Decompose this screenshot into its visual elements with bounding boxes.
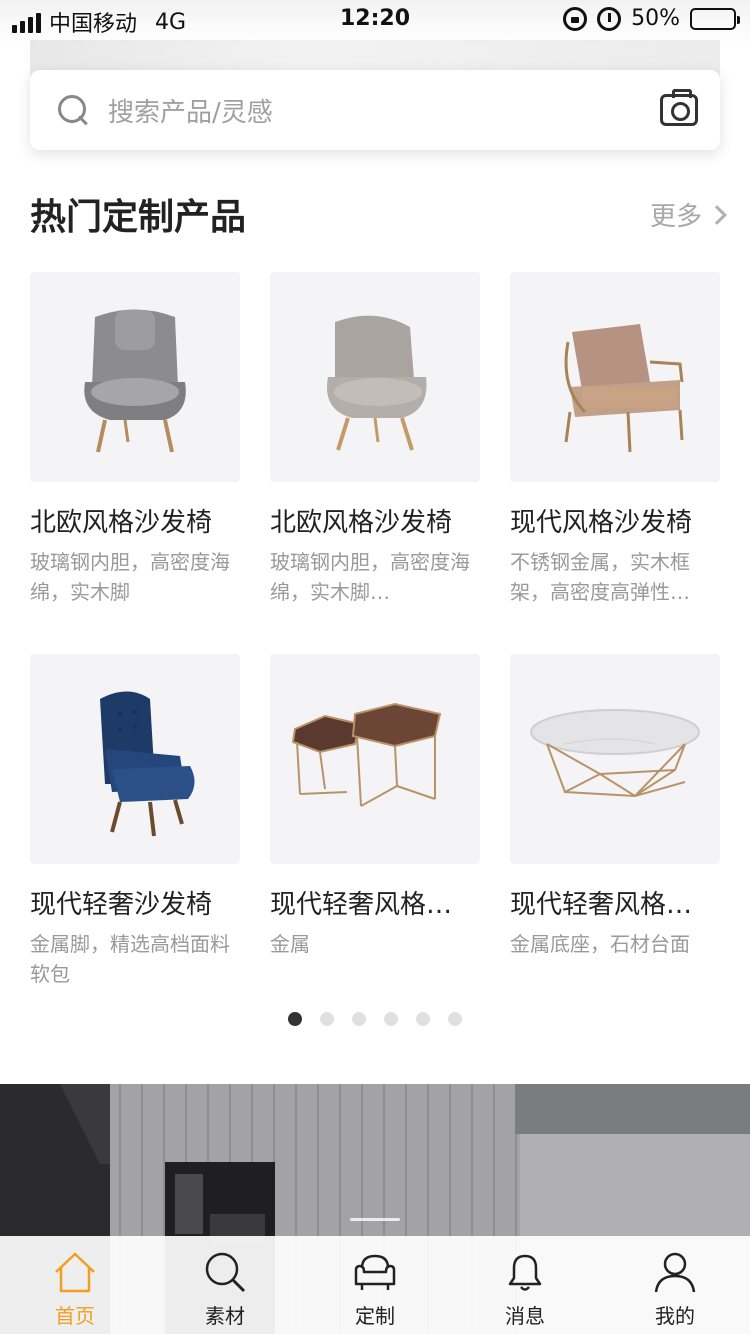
tab-label: 定制	[355, 1304, 395, 1328]
product-description: 玻璃钢内胆，高密度海绵，实木脚	[30, 550, 230, 604]
tab-custom[interactable]: 定制	[300, 1236, 450, 1334]
tan-metal-frame-armchair-image	[510, 272, 720, 482]
product-description: 金属脚，精选高档面料软包	[30, 932, 230, 986]
search-bar[interactable]: 搜索产品/灵感	[30, 70, 720, 150]
tab-label: 首页	[55, 1304, 95, 1328]
beige-lounge-armchair-image	[270, 272, 480, 482]
grey-wingback-armchair-image	[30, 272, 240, 482]
product-card[interactable]: 现代轻奢风格… 金属	[270, 654, 480, 1036]
product-description: 不锈钢金属，实木框架，高密度高弹性…	[510, 550, 690, 604]
chevron-right-icon	[707, 204, 727, 225]
pager-dot[interactable]	[288, 1012, 302, 1026]
pager-dot[interactable]	[352, 1012, 366, 1026]
section-title: 热门定制产品	[30, 197, 247, 238]
marble-round-coffee-table-image	[510, 654, 720, 864]
product-title: 现代风格沙发椅	[510, 508, 693, 538]
more-label: 更多	[649, 202, 702, 232]
pager-dot[interactable]	[384, 1012, 398, 1026]
tab-material[interactable]: 素材	[150, 1236, 300, 1334]
product-card[interactable]: 现代风格沙发椅 不锈钢金属，实木框架，高密度高弹性…	[510, 272, 720, 654]
hexagon-nesting-tables-image	[270, 654, 480, 864]
banner-indicator	[350, 1218, 400, 1221]
product-card[interactable]: 现代轻奢风格… 金属底座，石材台面	[510, 654, 720, 1036]
product-card[interactable]: 北欧风格沙发椅 玻璃钢内胆，高密度海绵，实木脚…	[270, 272, 480, 654]
tab-bar: 首页 素材 定制 消息 我的	[0, 1236, 750, 1334]
search-input[interactable]: 搜索产品/灵感	[108, 92, 660, 129]
more-link[interactable]: 更多	[649, 196, 727, 233]
tab-label: 我的	[655, 1304, 695, 1328]
alarm-icon	[597, 6, 622, 31]
status-bar: 中国移动 4G 12:20 50%	[0, 0, 750, 44]
product-card[interactable]: 北欧风格沙发椅 玻璃钢内胆，高密度海绵，实木脚	[30, 272, 240, 654]
battery-icon	[690, 7, 740, 30]
home-icon	[55, 1252, 95, 1293]
orientation-lock-icon	[563, 6, 588, 31]
tab-label: 素材	[205, 1304, 245, 1328]
product-title: 现代轻奢沙发椅	[30, 890, 213, 920]
camera-icon[interactable]	[660, 89, 698, 126]
user-icon	[654, 1252, 696, 1293]
product-card[interactable]: 现代轻奢沙发椅 金属脚，精选高档面料软包	[30, 654, 240, 1036]
product-description: 金属底座，石材台面	[510, 932, 690, 956]
search-icon	[58, 95, 88, 125]
product-grid: 北欧风格沙发椅 玻璃钢内胆，高密度海绵，实木脚 北欧风格沙发椅 玻璃钢内胆，高密…	[30, 272, 720, 1036]
pager-dot[interactable]	[320, 1012, 334, 1026]
tab-profile[interactable]: 我的	[600, 1236, 750, 1334]
pager-dots[interactable]	[0, 1012, 750, 1026]
product-title: 北欧风格沙发椅	[270, 508, 453, 538]
pager-dot[interactable]	[448, 1012, 462, 1026]
tab-messages[interactable]: 消息	[450, 1236, 600, 1334]
bell-icon	[508, 1254, 542, 1291]
navy-velvet-wingback-chair-image	[30, 654, 240, 864]
battery-percent: 50%	[631, 6, 680, 31]
pager-dot[interactable]	[416, 1012, 430, 1026]
tab-home[interactable]: 首页	[0, 1236, 150, 1334]
search-icon	[205, 1252, 246, 1293]
tab-label: 消息	[505, 1304, 545, 1328]
product-title: 现代轻奢风格…	[510, 890, 693, 920]
product-description: 玻璃钢内胆，高密度海绵，实木脚…	[270, 550, 470, 604]
product-title: 现代轻奢风格…	[270, 890, 453, 920]
product-description: 金属	[270, 932, 310, 956]
sofa-icon	[354, 1254, 396, 1290]
product-title: 北欧风格沙发椅	[30, 508, 213, 538]
